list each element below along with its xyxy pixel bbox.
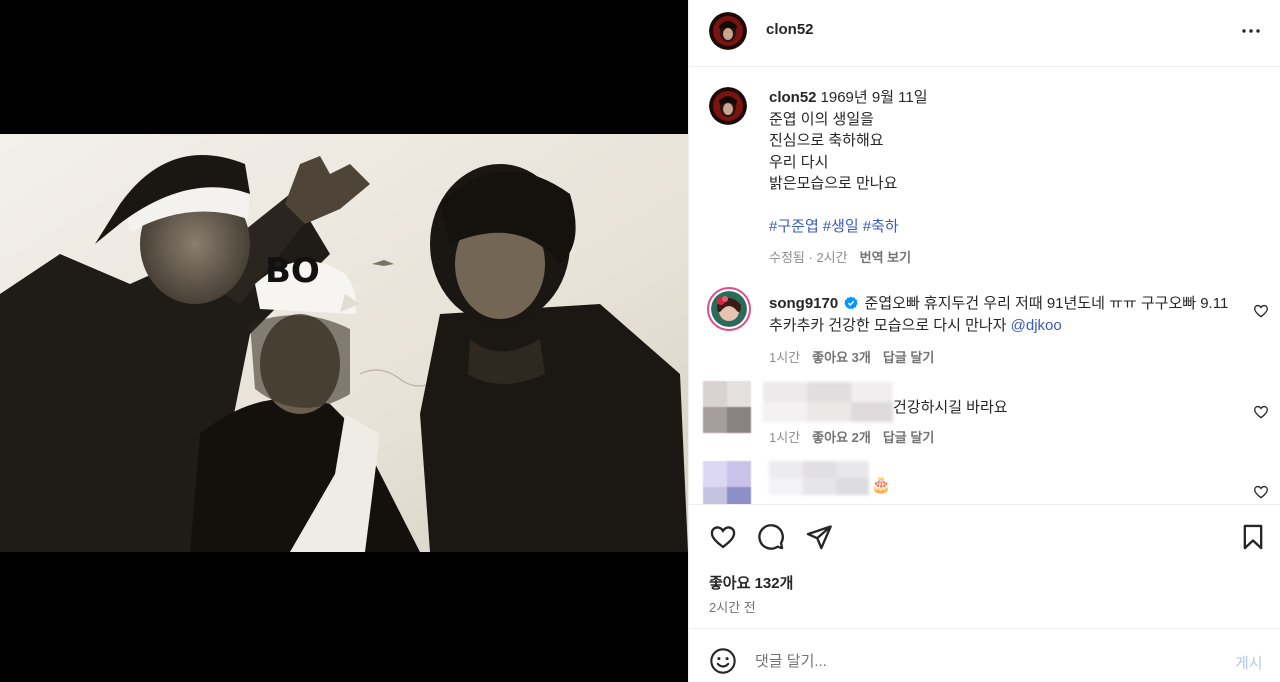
caption-time: 2시간 [816, 250, 848, 265]
verified-icon [844, 296, 859, 310]
comment-likes[interactable]: 좋아요 3개 [812, 350, 871, 365]
comment-time: 1시간 [769, 430, 801, 445]
comment-meta: 1시간 좋아요 2개 답글 달기 [769, 427, 934, 446]
likes-count[interactable]: 좋아요 132개 [709, 572, 793, 593]
post-header: clon52 [689, 0, 1280, 67]
comment-icon[interactable] [757, 523, 785, 551]
comment-time: 1시간 [769, 350, 801, 365]
caption-line: 밝은모습으로 만나요 [769, 175, 898, 193]
author-username[interactable]: clon52 [766, 21, 814, 38]
post-caption: clon52 1969년 9월 11일 준엽 이의 생일을 진심으로 축하해요 우… [769, 87, 1249, 195]
hashtag-link[interactable]: #축하 [863, 218, 899, 235]
hashtag-link[interactable]: #구준엽 [769, 218, 819, 235]
emoji-icon[interactable] [709, 647, 737, 675]
heart-icon[interactable] [709, 523, 737, 551]
translate-button[interactable]: 번역 보기 [860, 250, 911, 265]
comment-avatar[interactable] [703, 381, 751, 433]
reply-button[interactable]: 답글 달기 [883, 430, 934, 445]
comment-meta: 1시간 좋아요 3개 답글 달기 [769, 347, 934, 366]
edited-label: 수정됨 [769, 250, 805, 265]
comments-section[interactable]: clon52 1969년 9월 11일 준엽 이의 생일을 진심으로 축하해요 우… [689, 67, 1280, 504]
hashtags: #구준엽 #생일 #축하 [769, 215, 903, 236]
caption-line: 준엽 이의 생일을 [769, 110, 874, 128]
blurred-username[interactable] [769, 461, 869, 495]
heart-icon[interactable] [1253, 484, 1269, 500]
caption-avatar[interactable] [709, 87, 747, 125]
comment-text: 🎂 [871, 477, 891, 494]
mention-link[interactable]: @djkoo [1011, 317, 1062, 334]
heart-icon[interactable] [1253, 404, 1269, 420]
add-comment-bar: 게시 [689, 628, 1280, 682]
caption-line: 우리 다시 [769, 153, 829, 171]
comment-input[interactable] [755, 647, 1195, 675]
post-panel: clon52 clon52 1969년 9월 11일 준엽 이의 생일을 진심으로… [688, 0, 1280, 682]
caption-meta: 수정됨 · 2시간 번역 보기 [769, 250, 912, 265]
post-comment-button[interactable]: 게시 [1235, 652, 1263, 673]
comment-text: 준엽오빠 휴지두건 우리 저때 91년도네 ㅠㅠ 구구오빠 9.11 추카추카 … [769, 295, 1229, 334]
reply-button[interactable]: 답글 달기 [883, 350, 934, 365]
comment-avatar[interactable] [707, 287, 751, 331]
comment-avatar[interactable] [703, 461, 751, 504]
post-media[interactable]: BO [0, 0, 688, 682]
comment-likes[interactable]: 좋아요 2개 [812, 430, 871, 445]
share-icon[interactable] [805, 523, 833, 551]
blurred-username[interactable] [763, 382, 893, 422]
bookmark-icon[interactable] [1239, 523, 1267, 551]
post-photo: BO [0, 134, 688, 552]
caption-line: 진심으로 축하해요 [769, 132, 884, 150]
caption-username[interactable]: clon52 [769, 89, 817, 106]
svg-text:BO: BO [265, 251, 320, 291]
comment-text: 건강하시길 바라요 [893, 399, 1008, 416]
comment-username[interactable]: song9170 [769, 295, 838, 312]
post-time: 2시간 전 [709, 600, 756, 615]
post-actions: 좋아요 132개 2시간 전 [689, 504, 1280, 628]
author-avatar[interactable] [709, 12, 747, 50]
hashtag-link[interactable]: #생일 [823, 218, 859, 235]
more-icon[interactable] [1239, 19, 1263, 43]
caption-line: 1969년 9월 11일 [820, 89, 928, 106]
comment: song9170 준엽오빠 휴지두건 우리 저때 91년도네 ㅠㅠ 구구오빠 9… [769, 293, 1239, 337]
heart-icon[interactable] [1253, 303, 1269, 319]
